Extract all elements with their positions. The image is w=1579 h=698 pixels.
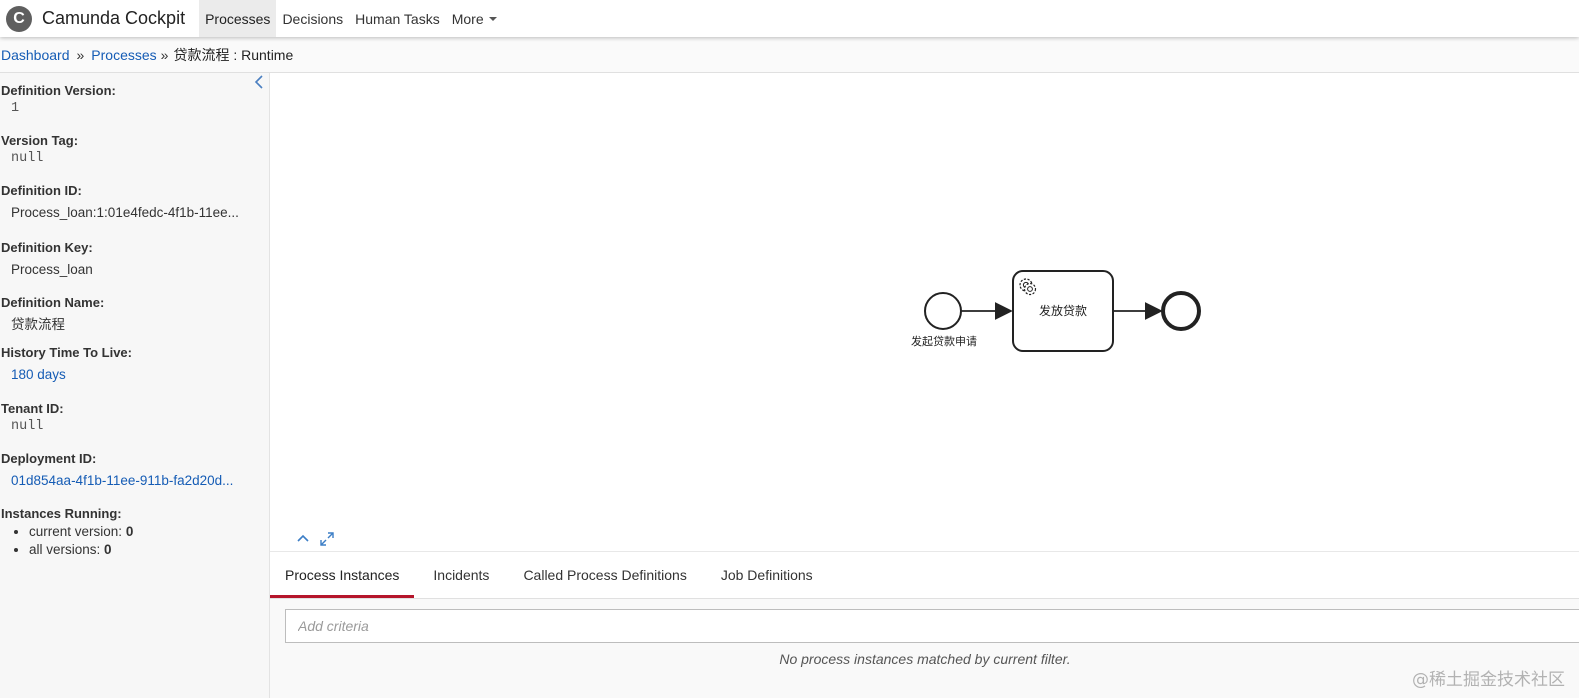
instances-filter-area: No process instances matched by current …: [270, 599, 1579, 698]
add-criteria-input[interactable]: [285, 609, 1579, 643]
definition-id: Definition ID: Process_loan:1:01e4fedc-4…: [1, 183, 259, 220]
breadcrumb-current: 贷款流程 : Runtime: [173, 46, 294, 63]
nav-processes[interactable]: Processes: [199, 0, 277, 37]
definition-id-label: Definition ID:: [1, 183, 82, 198]
definition-id-value: Process_loan:1:01e4fedc-4f1b-11ee...: [11, 205, 239, 220]
tenant-id-label: Tenant ID:: [1, 401, 64, 416]
list-item: all versions: 0: [29, 542, 133, 557]
current-version-label: current version:: [29, 524, 123, 539]
nav-decisions[interactable]: Decisions: [276, 0, 349, 37]
tab-called-process-definitions[interactable]: Called Process Definitions: [508, 552, 701, 598]
all-versions-count: 0: [104, 542, 112, 557]
definition-version-label: Definition Version:: [1, 83, 116, 98]
history-ttl: History Time To Live: 180 days: [1, 345, 259, 382]
tenant-id: Tenant ID: null: [1, 401, 259, 434]
version-tag-value: null: [11, 151, 44, 166]
current-version-count: 0: [125, 524, 134, 539]
watermark: @稀土掘金技术社区: [1412, 670, 1565, 690]
deployment-id-link[interactable]: 01d854aa-4f1b-11ee-911b-fa2d20d...: [11, 473, 259, 488]
nav-human-tasks[interactable]: Human Tasks: [349, 0, 446, 37]
end-event[interactable]: [1161, 291, 1201, 331]
definition-key: Definition Key: Process_loan: [1, 240, 259, 277]
empty-results-message: No process instances matched by current …: [779, 651, 1071, 667]
history-ttl-link[interactable]: 180 days: [11, 367, 259, 382]
definition-sidebar: Definition Version: 1 Version Tag: null …: [0, 73, 270, 698]
breadcrumb: Dashboard » Processes » 贷款流程 : Runtime: [0, 37, 1579, 73]
definition-name: Definition Name: 贷款流程: [1, 295, 259, 333]
tab-process-instances[interactable]: Process Instances: [270, 552, 415, 598]
deployment-id-label: Deployment ID:: [1, 451, 97, 466]
version-tag: Version Tag: null: [1, 133, 259, 166]
start-event-label: 发起贷款申请: [911, 334, 977, 348]
nav-more-dropdown[interactable]: More: [446, 0, 503, 37]
deployment-id: Deployment ID: 01d854aa-4f1b-11ee-911b-f…: [1, 451, 259, 488]
tab-job-definitions[interactable]: Job Definitions: [706, 552, 828, 598]
definition-version-value: 1: [11, 101, 20, 116]
nav-more-label: More: [451, 10, 484, 27]
history-ttl-label: History Time To Live:: [1, 345, 132, 360]
service-task-label: 发放贷款: [1039, 303, 1087, 318]
main-nav: Processes Decisions Human Tasks More: [199, 0, 503, 37]
definition-name-label: Definition Name:: [1, 295, 105, 310]
instances-running-list: current version: 0 all versions: 0: [29, 524, 133, 557]
top-navbar: C Camunda Cockpit Processes Decisions Hu…: [0, 0, 1579, 37]
definition-key-label: Definition Key:: [1, 240, 93, 255]
app-title: Camunda Cockpit: [42, 8, 186, 28]
breadcrumb-processes-link[interactable]: Processes: [91, 47, 156, 63]
instances-running-label: Instances Running:: [1, 506, 122, 521]
tab-incidents[interactable]: Incidents: [418, 552, 504, 598]
chevron-up-icon[interactable]: [296, 531, 310, 550]
list-item: current version: 0: [29, 524, 133, 539]
expand-icon[interactable]: [319, 531, 335, 550]
version-tag-label: Version Tag:: [1, 133, 79, 148]
breadcrumb-separator: »: [76, 46, 85, 63]
start-event[interactable]: [924, 292, 962, 330]
camunda-logo-icon: C: [6, 5, 32, 32]
breadcrumb-separator: »: [160, 46, 169, 63]
instances-running: Instances Running: current version: 0 al…: [1, 506, 133, 560]
bpmn-diagram-canvas[interactable]: 发起贷款申请 发放贷款: [271, 73, 1579, 551]
all-versions-label: all versions:: [29, 542, 101, 557]
diagram-controls: [296, 531, 335, 550]
brand[interactable]: C Camunda Cockpit: [0, 0, 185, 37]
definition-name-value: 贷款流程: [11, 317, 65, 332]
definition-version: Definition Version: 1: [1, 83, 259, 116]
breadcrumb-dashboard-link[interactable]: Dashboard: [1, 47, 70, 63]
detail-tabs: Process Instances Incidents Called Proce…: [270, 551, 1579, 599]
tenant-id-value: null: [11, 419, 44, 434]
caret-down-icon: [488, 16, 497, 21]
definition-key-value: Process_loan: [11, 262, 93, 277]
